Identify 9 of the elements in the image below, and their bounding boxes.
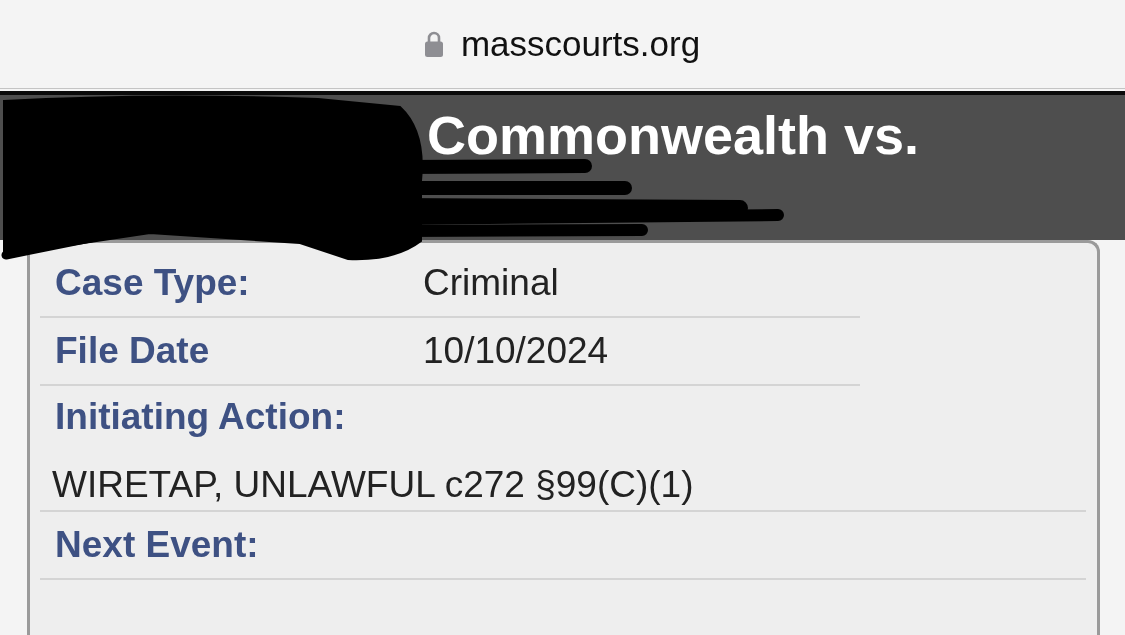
address-url[interactable]: masscourts.org bbox=[460, 23, 701, 65]
field-label: Next Event: bbox=[54, 523, 260, 567]
field-value: Criminal bbox=[423, 261, 559, 305]
field-value: WIRETAP, UNLAWFUL c272 §99(C)(1) bbox=[51, 463, 695, 507]
field-label: File Date bbox=[54, 329, 211, 373]
field-value: 10/10/2024 bbox=[423, 329, 609, 373]
case-title: Commonwealth vs. bbox=[427, 104, 921, 167]
field-label: Initiating Action: bbox=[54, 395, 347, 439]
field-label: Case Type: bbox=[54, 261, 251, 305]
